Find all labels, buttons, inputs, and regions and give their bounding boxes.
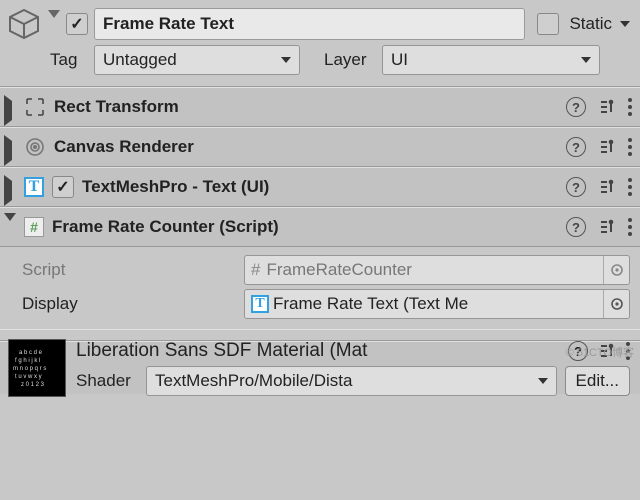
component-enabled-checkbox[interactable] [52,176,74,198]
object-picker-icon[interactable] [603,256,629,284]
component-canvas-renderer[interactable]: Canvas Renderer ? [0,127,640,167]
context-menu-icon[interactable] [628,98,632,116]
component-title: Canvas Renderer [54,137,558,157]
object-picker-icon[interactable] [603,290,629,318]
layer-label: Layer [324,50,376,70]
inspector-panel: Frame Rate Text Static Tag Untagged Laye… [0,0,640,394]
component-textmeshpro[interactable]: T TextMeshPro - Text (UI) ? [0,167,640,207]
svg-text:t u v w x y: t u v w x y [15,374,42,380]
static-dropdown[interactable] [620,21,630,27]
component-frame-rate-counter[interactable]: # Frame Rate Counter (Script) ? [0,207,640,247]
component-actions: ? [566,177,632,197]
svg-text:a b c d e: a b c d e [19,350,43,356]
material-name: Liberation Sans SDF Material (Mat [76,340,558,362]
gameobject-header: Frame Rate Text Static Tag Untagged Laye… [0,0,640,82]
help-icon[interactable]: ? [566,217,586,237]
tag-value: Untagged [103,50,177,70]
shader-value: TextMeshPro/Mobile/Dista [155,371,352,391]
help-icon[interactable]: ? [566,137,586,157]
help-icon[interactable]: ? [566,97,586,117]
layer-dropdown[interactable]: UI [382,45,600,75]
preset-icon[interactable] [598,138,616,156]
context-menu-icon[interactable] [628,178,632,196]
layer-value: UI [391,50,408,70]
canvas-renderer-icon [24,136,46,158]
script-label: Script [22,260,238,280]
display-value: Frame Rate Text (Text Me [273,294,468,314]
foldout-toggle[interactable] [4,181,16,193]
watermark: © 51CTO博客 [566,344,634,360]
static-checkbox[interactable] [537,13,559,35]
preset-icon[interactable] [598,98,616,116]
static-label: Static [569,14,612,34]
script-object-field: # FrameRateCounter [244,255,630,285]
svg-text:f g h i j k l: f g h i j k l [15,358,40,364]
tag-dropdown[interactable]: Untagged [94,45,300,75]
display-property: Display TFrame Rate Text (Text Me [22,287,630,321]
component-actions: ? [566,97,632,117]
shader-label: Shader [76,371,138,391]
component-actions: ? [566,217,632,237]
svg-text:m n o p q r s: m n o p q r s [13,366,46,372]
display-object-field[interactable]: TFrame Rate Text (Text Me [244,289,630,319]
script-value: FrameRateCounter [266,260,412,280]
component-actions: ? [566,137,632,157]
active-checkbox[interactable] [66,13,88,35]
component-title: Frame Rate Counter (Script) [52,217,558,237]
edit-button[interactable]: Edit... [565,366,630,396]
frame-rate-counter-body: Script # FrameRateCounter Display TFrame … [0,247,640,329]
context-menu-icon[interactable] [628,138,632,156]
component-title: TextMeshPro - Text (UI) [82,177,558,197]
component-title: Rect Transform [54,97,558,117]
foldout-toggle[interactable] [4,221,16,233]
tag-label: Tag [50,50,88,70]
gameobject-name-input[interactable]: Frame Rate Text [94,8,525,40]
material-section: a b c d e f g h i j k l m n o p q r s t … [0,341,640,394]
preset-icon[interactable] [598,178,616,196]
gameobject-icon[interactable] [6,6,42,42]
display-label: Display [22,294,238,314]
script-property: Script # FrameRateCounter [22,253,630,287]
rect-transform-icon [24,96,46,118]
svg-text:z 0 1 2 3: z 0 1 2 3 [21,382,45,388]
textmeshpro-icon: T [24,177,44,197]
help-icon[interactable]: ? [566,177,586,197]
preset-icon[interactable] [598,218,616,236]
material-preview[interactable]: a b c d e f g h i j k l m n o p q r s t … [8,339,66,397]
foldout-toggle[interactable] [4,101,16,113]
script-hash-icon: # [251,260,260,280]
icon-dropdown[interactable] [48,18,60,30]
foldout-toggle[interactable] [4,141,16,153]
text-icon: T [251,295,269,313]
script-icon: # [24,217,44,237]
component-rect-transform[interactable]: Rect Transform ? [0,87,640,127]
context-menu-icon[interactable] [628,218,632,236]
shader-dropdown[interactable]: TextMeshPro/Mobile/Dista [146,366,557,396]
